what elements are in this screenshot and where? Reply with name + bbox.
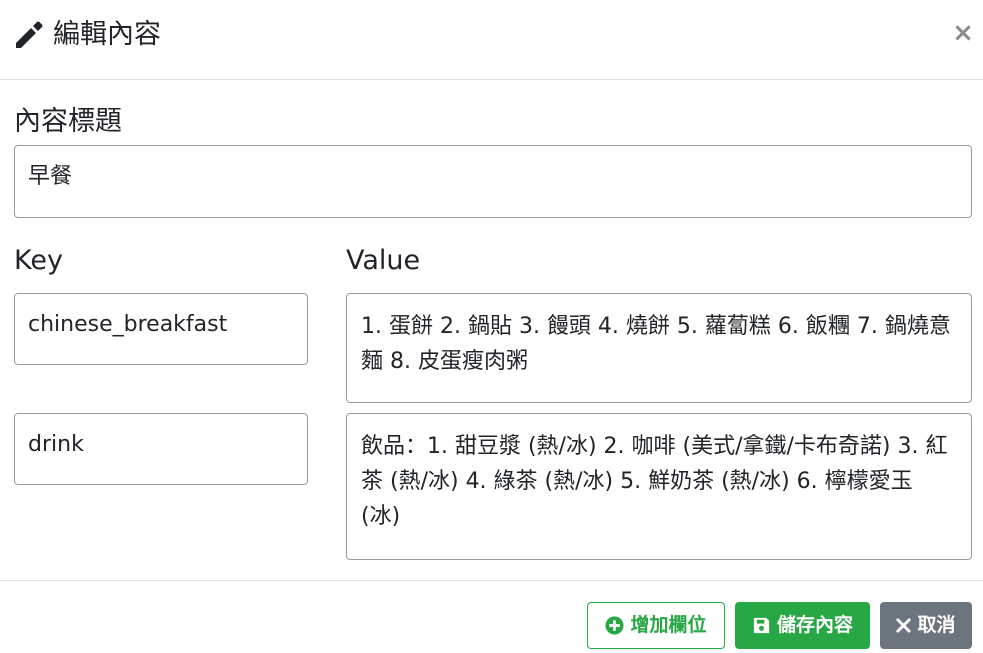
save-content-label: 儲存內容 [776,614,853,636]
modal-title: 編輯內容 [53,19,161,50]
cancel-label: 取消 [917,614,956,636]
value-textarea-drink[interactable]: 飲品：1. 甜豆漿 (熱/冰) 2. 咖啡 (美式/拿鐵/卡布奇諾) 3. 紅茶… [346,413,972,560]
modal-footer: 增加欄位 儲存內容 取消 [0,580,983,653]
save-content-button[interactable]: 儲存內容 [735,602,870,649]
cancel-button[interactable]: 取消 [880,602,972,649]
close-icon [896,618,912,633]
plus-circle-icon [605,616,625,635]
key-column-label: Key [14,245,63,276]
save-icon [753,617,770,634]
add-field-button[interactable]: 增加欄位 [587,602,725,649]
value-textarea-chinese-breakfast[interactable]: 1. 蛋餅 2. 鍋貼 3. 饅頭 4. 燒餅 5. 蘿蔔糕 6. 飯糰 7. … [346,293,972,403]
value-column-label: Value [346,245,421,276]
key-input-drink[interactable]: drink [14,413,308,485]
pencil-icon [16,21,43,48]
close-button[interactable]: × [948,18,978,48]
content-title-input[interactable]: 早餐 [14,145,972,218]
add-field-label: 增加欄位 [630,614,707,636]
key-input-chinese-breakfast[interactable]: chinese_breakfast [14,293,308,365]
content-title-label: 內容標題 [14,106,122,137]
modal-header: 編輯內容 × [0,0,983,80]
edit-content-modal: 編輯內容 × 內容標題 早餐 Key Value chinese_breakfa… [0,0,983,653]
